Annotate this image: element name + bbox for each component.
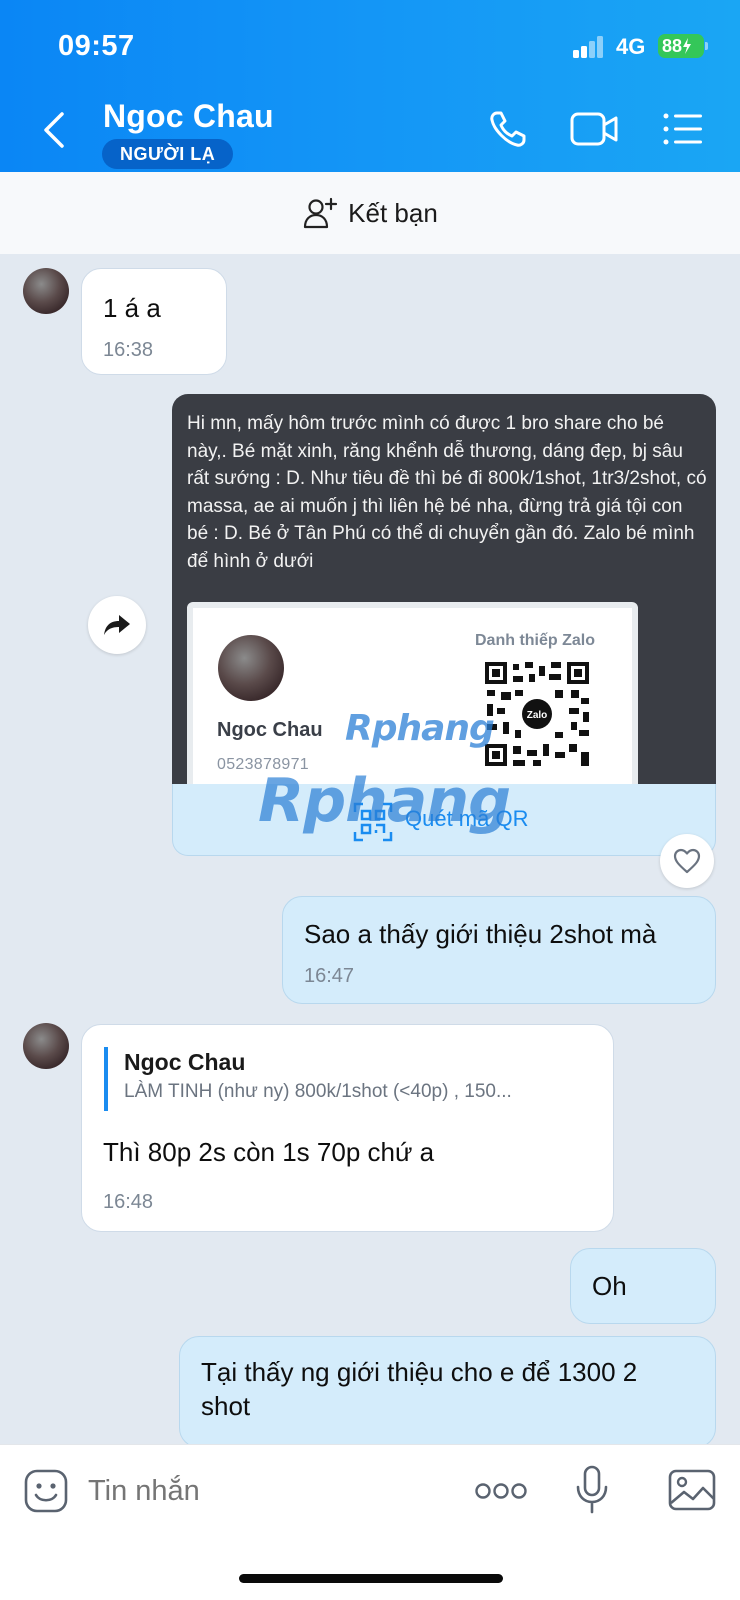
status-time: 09:57 <box>58 30 135 62</box>
qr-logo: Zalo <box>527 710 548 721</box>
watermark-large: Rphang <box>258 766 511 836</box>
video-call-icon[interactable] <box>570 110 620 148</box>
message-text: Sao a thấy giới thiệu 2shot mà <box>304 919 657 949</box>
quoted-message[interactable]: Ngoc Chau LÀM TINH (như ny) 800k/1shot (… <box>104 1047 512 1111</box>
card-name: Ngoc Chau <box>217 719 323 741</box>
header: 09:57 4G 88 Ngoc Chau NGƯỜI LẠ <box>0 0 740 172</box>
message-time: 16:47 <box>304 965 355 987</box>
reaction-button[interactable] <box>660 834 714 888</box>
message-time: 16:38 <box>103 339 154 361</box>
qr-code-icon: Zalo <box>483 660 591 768</box>
microphone-icon[interactable] <box>575 1465 609 1515</box>
message-text: Tại thấy ng giới thiệu cho e để 1300 2 s… <box>201 1357 638 1421</box>
back-arrow-icon[interactable] <box>40 110 70 150</box>
share-arrow-icon <box>104 615 130 635</box>
message-input[interactable] <box>88 1467 428 1515</box>
forwarded-text: Hi mn, mấy hôm trước mình có được 1 bro … <box>187 413 707 572</box>
image-gallery-icon[interactable] <box>668 1469 716 1511</box>
message-text: Thì 80p 2s còn 1s 70p chứ a <box>103 1137 435 1167</box>
home-indicator <box>239 1574 503 1583</box>
heart-icon <box>673 848 701 874</box>
message-bubble-outgoing[interactable]: Oh <box>570 1248 716 1324</box>
sticker-icon[interactable] <box>24 1469 68 1513</box>
quote-text: LÀM TINH (như ny) 800k/1shot (<40p) , 15… <box>124 1081 512 1102</box>
stranger-badge: NGƯỜI LẠ <box>102 139 234 169</box>
message-bubble-incoming[interactable]: 1 á a 16:38 <box>81 268 227 375</box>
card-label: Danh thiếp Zalo <box>475 632 595 649</box>
message-time: 16:48 <box>103 1191 154 1213</box>
battery-icon: 88 <box>658 34 704 58</box>
business-card[interactable]: Ngoc Chau 0523878971 Danh thiếp Zalo Zal… <box>187 602 638 784</box>
add-friend-button[interactable]: Kết bạn <box>0 172 740 254</box>
message-text: Oh <box>592 1271 627 1301</box>
battery-level: 88 <box>662 35 683 56</box>
add-user-icon <box>304 197 338 229</box>
forward-button[interactable] <box>88 596 146 654</box>
message-bubble-incoming[interactable]: Ngoc Chau LÀM TINH (như ny) 800k/1shot (… <box>81 1024 614 1232</box>
message-bubble-outgoing[interactable]: Tại thấy ng giới thiệu cho e để 1300 2 s… <box>179 1336 716 1448</box>
contact-avatar[interactable] <box>23 1023 69 1069</box>
watermark: Rphang <box>345 708 495 749</box>
phone-call-icon[interactable] <box>487 108 529 150</box>
add-friend-label: Kết bạn <box>348 197 438 228</box>
menu-list-icon[interactable] <box>662 112 704 146</box>
message-text: 1 á a <box>103 293 161 323</box>
signal-icon <box>573 36 605 58</box>
card-avatar <box>218 635 284 701</box>
message-bubble-outgoing[interactable]: Sao a thấy giới thiệu 2shot mà 16:47 <box>282 896 716 1004</box>
network-label: 4G <box>616 34 646 59</box>
contact-name[interactable]: Ngoc Chau <box>103 98 274 135</box>
contact-avatar[interactable] <box>23 268 69 314</box>
quote-name: Ngoc Chau <box>124 1049 246 1075</box>
more-options-icon[interactable] <box>474 1482 528 1500</box>
